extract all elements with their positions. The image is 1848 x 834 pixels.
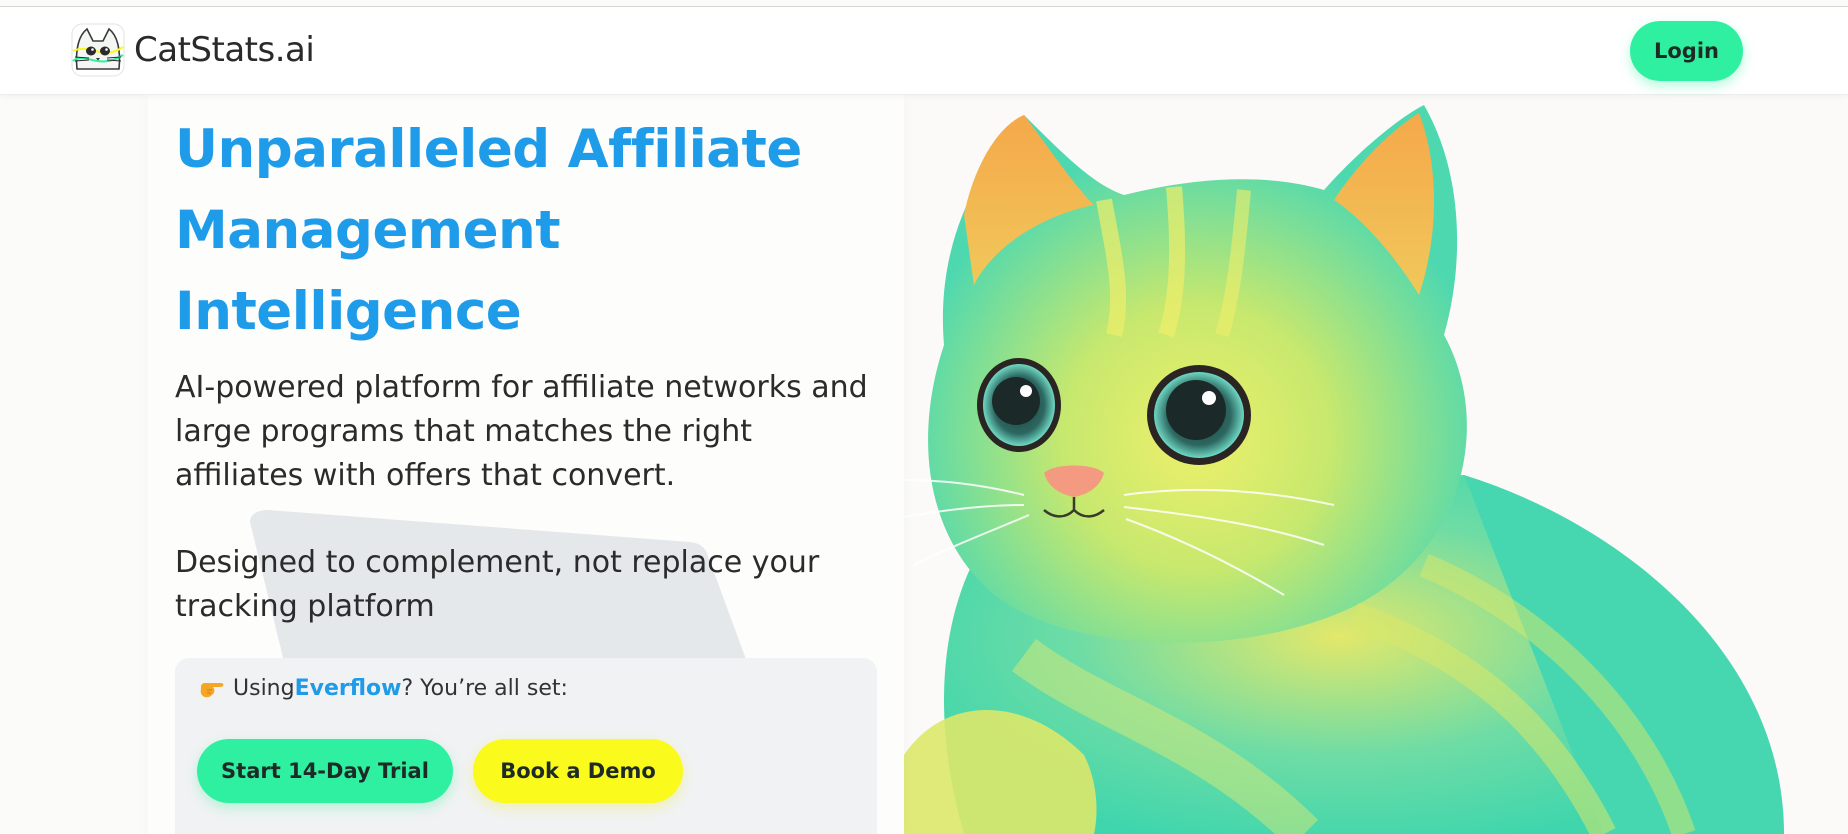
cta-prefix: Using: [233, 676, 295, 701]
book-demo-button[interactable]: Book a Demo: [473, 739, 683, 803]
start-trial-button[interactable]: Start 14-Day Trial: [197, 739, 453, 803]
hero-description: AI-powered platform for affiliate networ…: [175, 370, 868, 493]
cta-integration-line: Using Everflow ? You’re all set:: [199, 676, 568, 701]
brand-name: CatStats.ai: [134, 30, 315, 70]
login-button[interactable]: Login: [1630, 21, 1743, 81]
cta-suffix: ? You’re all set:: [401, 676, 568, 701]
site-header: CatStats.ai Login: [0, 7, 1848, 95]
pointing-hand-icon: [199, 678, 225, 700]
cta-card: Using Everflow ? You’re all set: Start 1…: [175, 658, 877, 834]
hero-title: Unparalleled Affiliate Management Intell…: [175, 119, 802, 342]
cat-face-logo-icon: [69, 21, 127, 79]
hero-panel: Unparalleled Affiliate Management Intell…: [148, 95, 904, 834]
hero-cat-image: [904, 95, 1848, 834]
everflow-link[interactable]: Everflow: [295, 676, 402, 701]
brand-link[interactable]: CatStats.ai: [69, 21, 315, 79]
hero-subdescription: Designed to complement, not replace your…: [175, 545, 820, 624]
